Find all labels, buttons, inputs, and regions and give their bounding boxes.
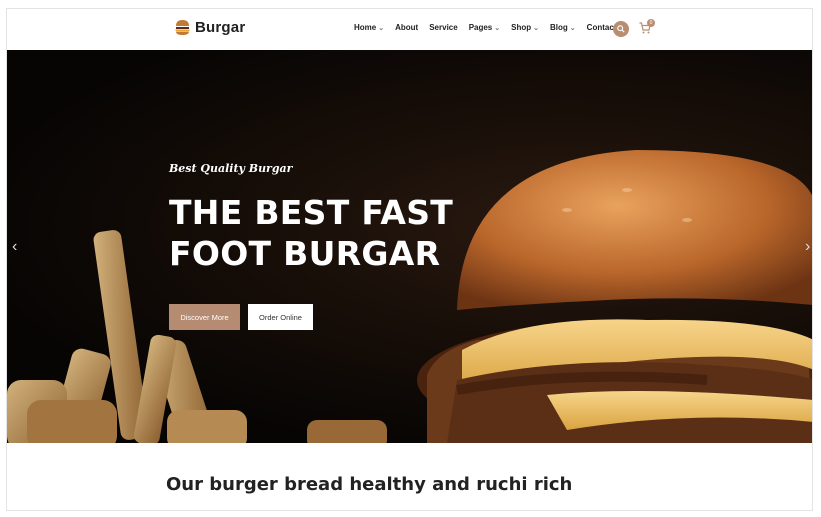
nav-blog[interactable]: Blog ⌄	[550, 23, 576, 32]
chevron-down-icon: ⌄	[378, 24, 385, 32]
next-slide-button[interactable]: ›	[805, 238, 810, 256]
order-online-button[interactable]: Order Online	[248, 304, 313, 330]
prev-slide-button[interactable]: ‹	[12, 238, 17, 256]
search-button[interactable]	[613, 21, 629, 37]
chevron-left-icon: ‹	[12, 238, 18, 255]
cart-count-badge: 0	[647, 19, 655, 27]
nav-contact[interactable]: Contact	[587, 23, 617, 32]
chevron-down-icon: ⌄	[494, 24, 501, 32]
nav-service[interactable]: Service	[429, 23, 457, 32]
burger-icon	[175, 19, 190, 36]
page-frame: Burgar Home ⌄ About Service Pages ⌄ Shop…	[6, 8, 813, 511]
nav-service-label: Service	[429, 23, 458, 32]
search-icon	[617, 25, 625, 33]
chevron-right-icon: ›	[805, 238, 811, 255]
hero-title-line-2: FOOT BURGAR	[169, 234, 441, 273]
site-header: Burgar Home ⌄ About Service Pages ⌄ Shop…	[7, 9, 812, 50]
nav-pages-label: Pages	[468, 23, 493, 32]
nav-about[interactable]: About	[395, 23, 418, 32]
main-nav: Home ⌄ About Service Pages ⌄ Shop ⌄ Blog…	[354, 23, 627, 32]
hero-slider: ‹ › Best Quality Burgar THE BEST FAST FO…	[7, 50, 812, 443]
nav-pages[interactable]: Pages ⌄	[469, 23, 500, 32]
section-heading: Our burger bread healthy and ruchi rich	[166, 474, 573, 495]
nav-shop-label: Shop	[511, 23, 532, 32]
chevron-down-icon: ⌄	[569, 24, 576, 32]
discover-more-button[interactable]: Discover More	[169, 304, 240, 330]
logo[interactable]: Burgar	[175, 19, 245, 36]
hero-subtitle: Best Quality Burgar	[169, 162, 293, 175]
nav-about-label: About	[395, 23, 419, 32]
logo-text: Burgar	[195, 19, 246, 36]
nav-blog-label: Blog	[550, 23, 568, 32]
chevron-down-icon: ⌄	[533, 24, 540, 32]
hero-title-line-1: THE BEST FAST	[169, 193, 454, 232]
nav-home[interactable]: Home ⌄	[354, 23, 384, 32]
nav-shop[interactable]: Shop ⌄	[511, 23, 539, 32]
hero-title: THE BEST FAST FOOT BURGAR	[169, 192, 453, 274]
nav-home-label: Home	[354, 23, 377, 32]
nav-contact-label: Contact	[586, 23, 617, 32]
